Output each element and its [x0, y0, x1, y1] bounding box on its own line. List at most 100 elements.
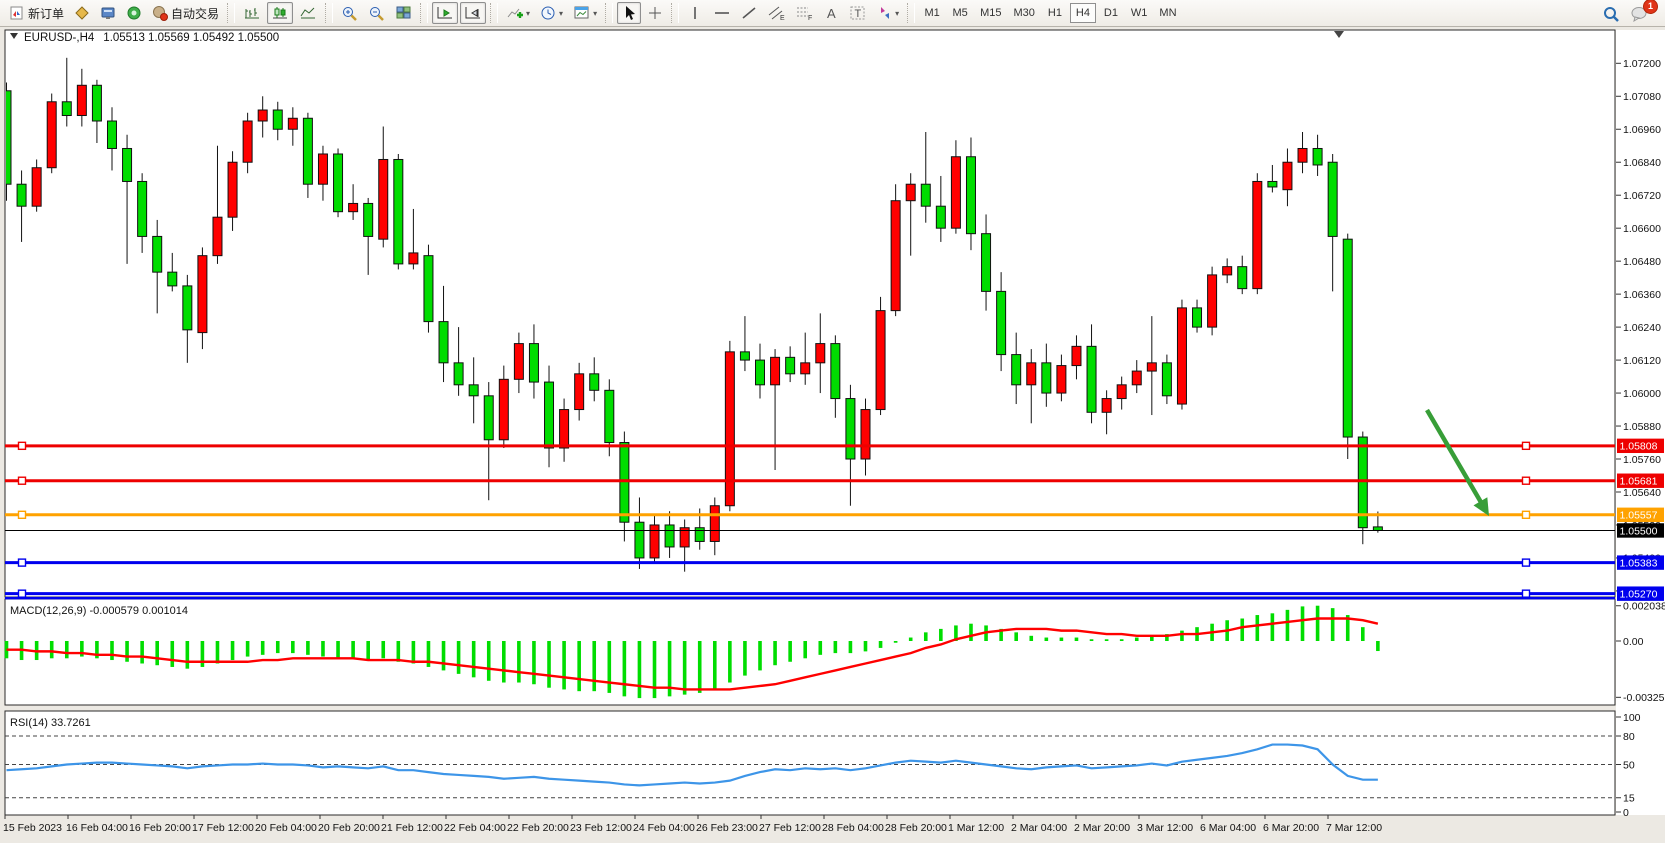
candle	[605, 390, 614, 442]
chart-shift-button[interactable]	[460, 2, 486, 24]
sounds-button[interactable]	[122, 2, 146, 24]
macd-histogram-bar	[351, 641, 355, 658]
text-label-button[interactable]: T	[845, 2, 871, 24]
zoom-in-icon	[341, 5, 358, 22]
chart-candles-button[interactable]	[267, 2, 293, 24]
svg-text:E: E	[780, 15, 785, 21]
rsi-pane	[5, 711, 1615, 815]
line-handle[interactable]	[1523, 511, 1530, 518]
indicators-button[interactable]: ▾	[502, 2, 534, 24]
auto-scroll-button[interactable]	[432, 2, 458, 24]
tab-m15[interactable]: M15	[975, 3, 1006, 23]
channel-button[interactable]: E	[763, 2, 789, 24]
search-button[interactable]	[1598, 3, 1624, 25]
macd-histogram-bar	[1271, 613, 1275, 641]
macd-histogram-bar	[306, 641, 310, 655]
macd-histogram-bar	[125, 641, 129, 662]
line-handle[interactable]	[19, 511, 26, 518]
line-handle[interactable]	[1523, 590, 1530, 597]
crosshair-button[interactable]	[643, 2, 667, 24]
tile-windows-button[interactable]	[391, 2, 416, 24]
line-handle[interactable]	[19, 559, 26, 566]
monitor-icon	[100, 5, 116, 21]
fibonacci-button[interactable]: F	[791, 2, 817, 24]
time-label: 22 Feb 20:00	[507, 822, 569, 834]
macd-histogram-bar	[562, 641, 566, 689]
chart-shift-icon	[464, 5, 482, 21]
tab-h4[interactable]: H4	[1070, 3, 1096, 23]
rsi-label: RSI(14) 33.7261	[10, 717, 91, 729]
macd-histogram-bar	[1120, 639, 1124, 641]
tab-m5[interactable]: M5	[947, 3, 973, 23]
macd-histogram-bar	[412, 641, 416, 663]
time-label: 2 Mar 20:00	[1074, 822, 1130, 834]
tab-m30[interactable]: M30	[1009, 3, 1040, 23]
macd-histogram-bar	[186, 641, 190, 669]
macd-histogram-bar	[547, 641, 551, 688]
price-tick-label: 1.05880	[1623, 421, 1661, 433]
candle	[529, 344, 538, 382]
candle	[786, 357, 795, 373]
line-handle[interactable]	[19, 477, 26, 484]
time-label: 16 Feb 04:00	[66, 822, 128, 834]
zoom-in-button[interactable]	[337, 2, 362, 24]
line-handle[interactable]	[19, 590, 26, 597]
line-handle[interactable]	[1523, 477, 1530, 484]
price-tag-label: 1.05557	[1620, 510, 1658, 522]
line-handle[interactable]	[19, 442, 26, 449]
macd-axis-label: 0.00	[1623, 636, 1644, 648]
candle	[831, 344, 840, 399]
periods-button[interactable]: ▾	[536, 2, 567, 24]
candle	[1373, 527, 1382, 531]
price-tick-label: 1.06120	[1623, 355, 1661, 367]
autotrading-icon	[152, 5, 168, 21]
chart-bars-button[interactable]	[239, 2, 265, 24]
svg-text:F: F	[808, 15, 812, 21]
vertical-line-button[interactable]	[683, 2, 707, 24]
chart-svg: EURUSD-,H41.05513 1.05569 1.05492 1.0550…	[0, 27, 1665, 843]
svg-text:T: T	[855, 8, 862, 20]
autotrading-button[interactable]: 自动交易	[148, 2, 223, 24]
macd-histogram-bar	[1376, 641, 1380, 651]
tab-mn[interactable]: MN	[1154, 3, 1181, 23]
macd-histogram-bar	[849, 641, 853, 653]
text-button[interactable]: A	[819, 2, 843, 24]
candle	[1132, 371, 1141, 385]
candle	[545, 382, 554, 448]
candle	[575, 374, 584, 410]
trendline-button[interactable]	[737, 2, 761, 24]
chart-line-button[interactable]	[295, 2, 321, 24]
separator	[490, 3, 498, 23]
candle	[62, 102, 71, 116]
tab-d1[interactable]: D1	[1098, 3, 1124, 23]
macd-histogram-bar	[1240, 619, 1244, 641]
price-tick-label: 1.06840	[1623, 157, 1661, 169]
candle	[32, 168, 41, 206]
candle	[273, 110, 282, 129]
macd-histogram-bar	[366, 641, 370, 660]
macd-histogram-bar	[577, 641, 581, 691]
market-watch-button[interactable]	[70, 2, 94, 24]
cursor-button[interactable]	[617, 2, 641, 24]
new-order-button[interactable]: 新订单	[5, 2, 68, 24]
candle	[1102, 399, 1111, 413]
time-label: 24 Feb 04:00	[633, 822, 695, 834]
zoom-out-button[interactable]	[364, 2, 389, 24]
arrows-button[interactable]: ▾	[873, 2, 903, 24]
templates-button[interactable]: ▾	[569, 2, 601, 24]
tab-h1[interactable]: H1	[1042, 3, 1068, 23]
line-handle[interactable]	[1523, 559, 1530, 566]
separator	[605, 3, 613, 23]
line-handle[interactable]	[1523, 442, 1530, 449]
macd-histogram-bar	[1075, 638, 1079, 641]
macd-histogram-bar	[170, 641, 174, 667]
tab-w1[interactable]: W1	[1126, 3, 1153, 23]
macd-histogram-bar	[864, 641, 868, 651]
data-window-button[interactable]	[96, 2, 120, 24]
candle	[1117, 385, 1126, 399]
tab-m1[interactable]: M1	[919, 3, 945, 23]
price-tag-label: 1.05270	[1620, 588, 1658, 600]
horizontal-line-button[interactable]	[709, 2, 735, 24]
macd-histogram-bar	[1060, 638, 1064, 641]
notifications-button[interactable]: 1	[1626, 3, 1653, 25]
